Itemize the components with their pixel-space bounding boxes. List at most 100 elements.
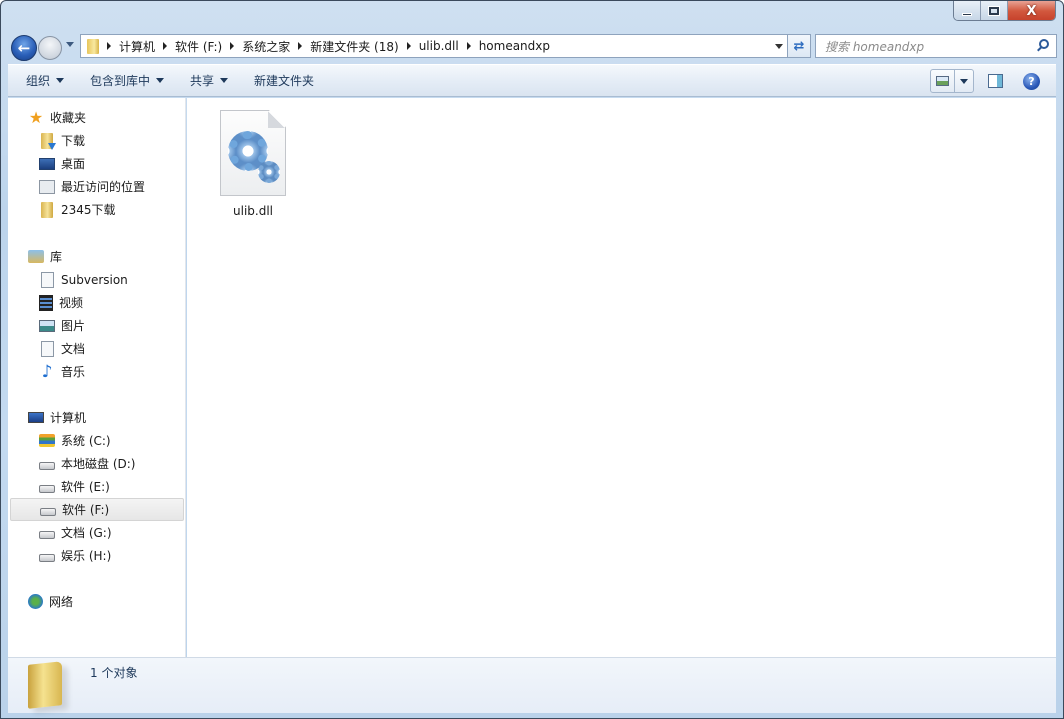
computer-group: 计算机 系统 (C:) 本地磁盘 (D:) 软件 (E:) 软件 (F:) 文档…: [8, 406, 184, 567]
sidebar-label: 2345下载: [61, 203, 116, 217]
include-in-library-button[interactable]: 包含到库中: [80, 69, 174, 93]
breadcrumb-label: 新建文件夹 (18): [310, 39, 399, 54]
breadcrumb-label: 计算机: [119, 39, 156, 54]
sidebar-item-favorites[interactable]: ★ 收藏夹: [8, 106, 184, 129]
recent-pages-dropdown[interactable]: [66, 42, 74, 47]
search-icon[interactable]: [1039, 39, 1049, 49]
sidebar-item-drive-g[interactable]: 文档 (G:): [8, 521, 184, 544]
close-button[interactable]: X: [1008, 1, 1055, 20]
music-icon: ♪: [41, 361, 53, 382]
sidebar-item-desktop[interactable]: 桌面: [8, 152, 184, 175]
back-arrow-icon: ←: [17, 39, 31, 57]
sidebar-label: Subversion: [61, 272, 128, 287]
drive-icon: [39, 484, 55, 493]
folder-icon: [87, 38, 99, 54]
chevron-right-icon: [107, 42, 111, 50]
address-history-dropdown[interactable]: [775, 44, 783, 49]
sidebar-label: 文档 (G:): [61, 526, 112, 540]
drive-icon: [39, 553, 55, 562]
change-view-toggle[interactable]: [931, 70, 955, 92]
new-folder-button[interactable]: 新建文件夹: [244, 69, 324, 93]
dll-gear-file-icon: [220, 110, 286, 196]
pictures-icon: [39, 319, 55, 332]
sidebar-label: 下载: [61, 134, 86, 148]
chevron-right-icon: [466, 42, 471, 50]
minimize-icon: [962, 12, 972, 16]
sidebar-item-drive-h[interactable]: 娱乐 (H:): [8, 544, 184, 567]
sidebar-item-subversion[interactable]: Subversion: [8, 268, 184, 291]
sidebar-label: 库: [50, 250, 63, 264]
breadcrumb-computer[interactable]: 计算机: [107, 38, 155, 55]
sidebar-item-libraries[interactable]: 库: [8, 245, 184, 268]
view-options-dropdown[interactable]: [955, 70, 973, 92]
breadcrumb-label: 软件 (F:): [175, 39, 223, 54]
preview-pane-icon[interactable]: [988, 74, 1003, 88]
new-folder-label: 新建文件夹: [254, 74, 315, 88]
sidebar-label: 桌面: [61, 157, 86, 171]
library-icon: [28, 250, 44, 263]
breadcrumb-drive[interactable]: 软件 (F:): [163, 38, 222, 55]
download-folder-icon: [41, 132, 56, 150]
sidebar-item-2345-downloads[interactable]: 2345下载: [8, 198, 184, 221]
gear-icon: [258, 161, 280, 183]
share-button[interactable]: 共享: [180, 69, 238, 93]
favorites-group: ★ 收藏夹 下载 桌面 最近访问的位置 2345下载: [8, 106, 184, 221]
sidebar-item-music[interactable]: ♪ 音乐: [8, 360, 184, 383]
breadcrumb-folder[interactable]: 系统之家: [230, 38, 290, 55]
search-input[interactable]: 搜索 homeandxp: [815, 34, 1057, 58]
network-group: 网络: [8, 590, 184, 613]
breadcrumb-current[interactable]: homeandxp: [466, 39, 551, 53]
sidebar-item-pictures[interactable]: 图片: [8, 314, 184, 337]
video-icon: [39, 294, 53, 311]
sidebar-label: 图片: [61, 319, 86, 333]
sidebar-label: 网络: [49, 595, 74, 609]
command-bar-right: ?: [930, 69, 1056, 93]
refresh-button[interactable]: ⇄: [787, 34, 811, 58]
desktop-icon: [39, 157, 55, 170]
sidebar-item-drive-f[interactable]: 软件 (F:): [10, 498, 184, 521]
folder-icon: [41, 201, 53, 218]
organize-button[interactable]: 组织: [16, 69, 74, 93]
sidebar-label: 娱乐 (H:): [61, 549, 112, 563]
sidebar-label: 系统 (C:): [61, 434, 111, 448]
file-list[interactable]: ulib.dll: [187, 98, 1056, 657]
sidebar-item-drive-d[interactable]: 本地磁盘 (D:): [8, 452, 184, 475]
refresh-icon: ⇄: [793, 38, 805, 54]
chevron-down-icon: [156, 78, 165, 83]
sidebar-item-downloads[interactable]: 下载: [8, 129, 184, 152]
sidebar-item-drive-e[interactable]: 软件 (E:): [8, 475, 184, 498]
maximize-button[interactable]: [981, 1, 1008, 20]
back-button[interactable]: ←: [11, 35, 37, 61]
sidebar-label: 计算机: [50, 411, 87, 425]
page-fold: [268, 111, 285, 128]
sidebar-label: 软件 (E:): [61, 480, 110, 494]
network-icon: [28, 594, 43, 609]
breadcrumb-folder[interactable]: 新建文件夹 (18): [298, 38, 399, 55]
navigation-pane[interactable]: ★ 收藏夹 下载 桌面 最近访问的位置 2345下载 库 Subversion 视…: [8, 98, 186, 657]
breadcrumb-label: 系统之家: [242, 39, 291, 54]
sidebar-label: 音乐: [61, 365, 86, 379]
sidebar-item-network[interactable]: 网络: [8, 590, 184, 613]
minimize-button[interactable]: [954, 1, 981, 20]
sidebar-label: 本地磁盘 (D:): [61, 457, 136, 471]
sidebar-item-recent-places[interactable]: 最近访问的位置: [8, 175, 184, 198]
sidebar-label: 最近访问的位置: [61, 180, 146, 194]
address-bar[interactable]: 计算机 软件 (F:) 系统之家 新建文件夹 (18) ulib.dll hom…: [80, 34, 788, 58]
breadcrumb-folder[interactable]: ulib.dll: [406, 39, 459, 53]
sidebar-label: 软件 (F:): [62, 503, 110, 517]
file-item[interactable]: ulib.dll: [215, 110, 291, 218]
sidebar-item-computer[interactable]: 计算机: [8, 406, 184, 429]
sidebar-label: 视频: [59, 296, 84, 310]
breadcrumb-label: homeandxp: [478, 39, 551, 53]
chevron-down-icon: [220, 78, 229, 83]
item-count: 1 个对象: [90, 666, 138, 680]
chevron-right-icon: [163, 42, 168, 50]
sidebar-item-videos[interactable]: 视频: [8, 291, 184, 314]
forward-button[interactable]: [38, 36, 62, 60]
change-view-button[interactable]: [930, 69, 974, 93]
sidebar-label: 文档: [61, 342, 86, 356]
sidebar-item-drive-c[interactable]: 系统 (C:): [8, 429, 184, 452]
help-icon[interactable]: ?: [1023, 72, 1040, 90]
sidebar-item-documents[interactable]: 文档: [8, 337, 184, 360]
include-in-library-label: 包含到库中: [90, 74, 151, 88]
